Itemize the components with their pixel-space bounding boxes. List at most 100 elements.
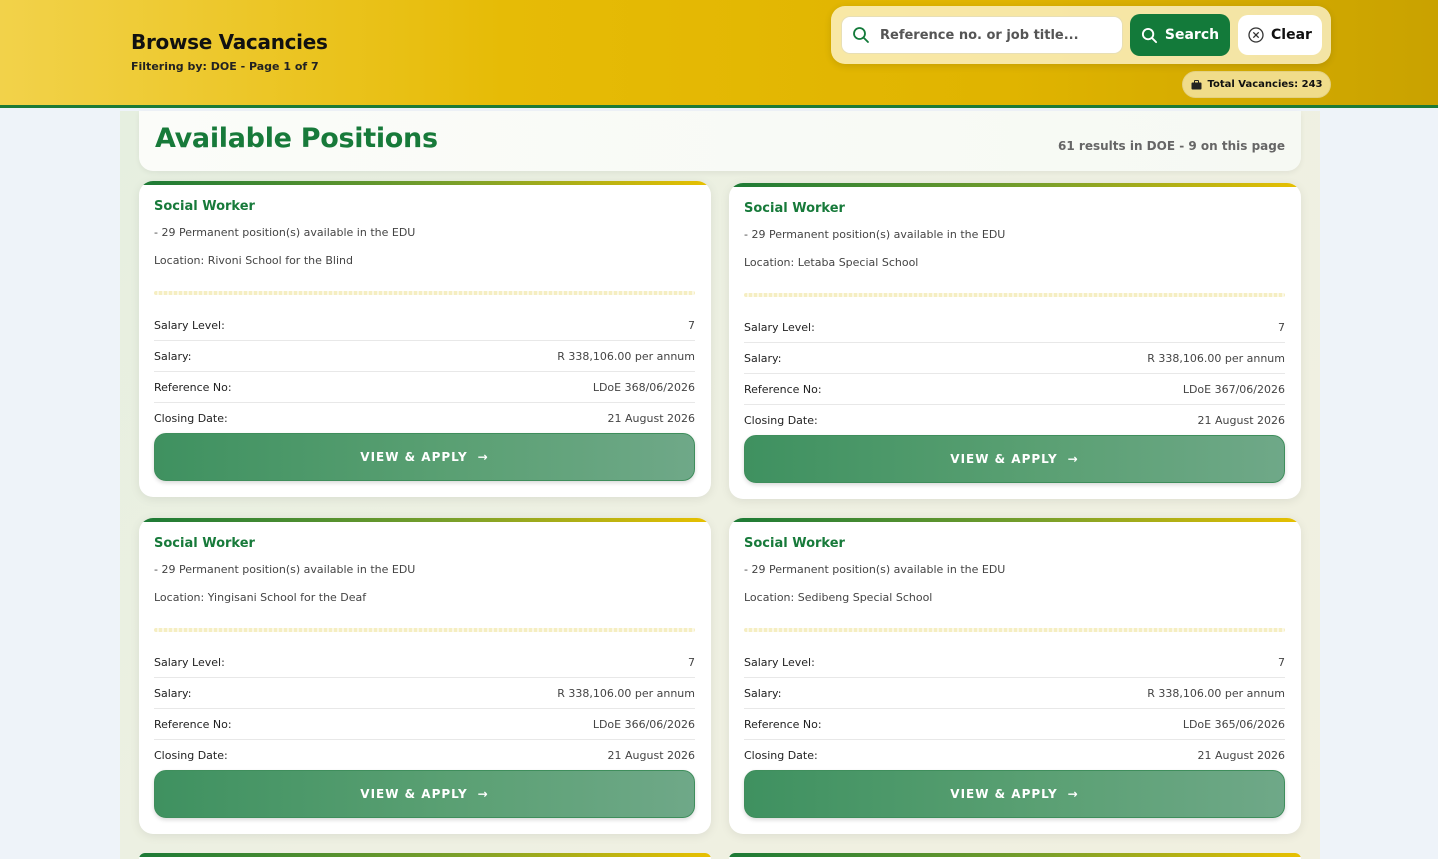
card-divider (154, 628, 695, 632)
closing-date-label: Closing Date: (744, 749, 818, 762)
view-apply-label: VIEW & APPLY (360, 450, 468, 464)
filter-subtitle: Filtering by: DOE - Page 1 of 7 (131, 60, 319, 73)
closing-date-label: Closing Date: (744, 414, 818, 427)
salary-level-row: Salary Level: 7 (744, 312, 1285, 343)
positions-header: Available Positions 61 results in DOE - … (139, 111, 1301, 171)
salary-row: Salary: R 338,106.00 per annum (154, 341, 695, 372)
view-apply-label: VIEW & APPLY (360, 787, 468, 801)
salary-row: Salary: R 338,106.00 per annum (744, 343, 1285, 374)
salary-label: Salary: (154, 349, 192, 363)
view-apply-button[interactable]: VIEW & APPLY → (154, 770, 695, 818)
salary-level-row: Salary Level: 7 (154, 310, 695, 341)
view-apply-label: VIEW & APPLY (950, 452, 1058, 466)
salary-level-value: 7 (1278, 655, 1285, 669)
salary-row: Salary: R 338,106.00 per annum (744, 678, 1285, 709)
salary-level-label: Salary Level: (744, 320, 815, 334)
job-title: Social Worker (744, 201, 845, 216)
view-apply-label: VIEW & APPLY (950, 787, 1058, 801)
salary-level-row: Salary Level: 7 (744, 647, 1285, 678)
search-icon (842, 26, 880, 44)
salary-label: Salary: (154, 686, 192, 700)
closing-date-value: 21 August 2026 (607, 412, 695, 425)
reference-row: Reference No: LDoE 366/06/2026 (154, 709, 695, 740)
vacancy-card-partial (139, 853, 711, 859)
job-description: - 29 Permanent position(s) available in … (154, 226, 416, 239)
job-title: Social Worker (154, 536, 255, 551)
job-location: Location: Letaba Special School (744, 256, 919, 269)
salary-value: R 338,106.00 per annum (1147, 686, 1285, 700)
vacancy-card: Social Worker - 29 Permanent position(s)… (139, 181, 711, 497)
job-location: Location: Sedibeng Special School (744, 591, 933, 604)
salary-label: Salary: (744, 351, 782, 365)
search-button-label: Search (1164, 27, 1220, 43)
closing-date-row: Closing Date: 21 August 2026 (744, 405, 1285, 436)
view-apply-button[interactable]: VIEW & APPLY → (744, 770, 1285, 818)
salary-label: Salary: (744, 686, 782, 700)
closing-date-value: 21 August 2026 (1197, 414, 1285, 427)
salary-level-row: Salary Level: 7 (154, 647, 695, 678)
reference-label: Reference No: (744, 382, 822, 396)
salary-level-value: 7 (1278, 320, 1285, 334)
card-divider (744, 293, 1285, 297)
arrow-right-icon: → (477, 450, 489, 464)
closing-date-row: Closing Date: 21 August 2026 (154, 403, 695, 434)
vacancy-card-partial (729, 853, 1301, 859)
page-header: Browse Vacancies Filtering by: DOE - Pag… (0, 0, 1438, 108)
close-circle-icon (1248, 27, 1264, 43)
total-vacancies-badge: Total Vacancies: 243 (1182, 71, 1331, 98)
reference-value: LDoE 366/06/2026 (592, 717, 695, 731)
arrow-right-icon: → (1067, 452, 1079, 466)
vacancy-card: Social Worker - 29 Permanent position(s)… (729, 183, 1301, 499)
page-title: Browse Vacancies (131, 30, 328, 54)
arrow-right-icon: → (477, 787, 489, 801)
positions-title: Available Positions (155, 123, 438, 154)
salary-value: R 338,106.00 per annum (557, 349, 695, 363)
reference-row: Reference No: LDoE 365/06/2026 (744, 709, 1285, 740)
salary-level-value: 7 (688, 655, 695, 669)
reference-label: Reference No: (154, 717, 232, 731)
card-divider (154, 291, 695, 295)
salary-level-label: Salary Level: (744, 655, 815, 669)
search-bar: Search Clear (831, 6, 1331, 64)
reference-label: Reference No: (154, 380, 232, 394)
salary-value: R 338,106.00 per annum (1147, 351, 1285, 365)
clear-button-label: Clear (1271, 27, 1312, 43)
reference-value: LDoE 368/06/2026 (592, 380, 695, 394)
closing-date-value: 21 August 2026 (607, 749, 695, 762)
total-vacancies-label: Total Vacancies: 243 (1207, 79, 1323, 90)
job-title: Social Worker (744, 536, 845, 551)
job-description: - 29 Permanent position(s) available in … (744, 563, 1006, 576)
arrow-right-icon: → (1067, 787, 1079, 801)
reference-row: Reference No: LDoE 367/06/2026 (744, 374, 1285, 405)
search-icon (1141, 27, 1157, 43)
search-field[interactable] (841, 16, 1123, 54)
salary-row: Salary: R 338,106.00 per annum (154, 678, 695, 709)
clear-button[interactable]: Clear (1238, 15, 1322, 55)
vacancy-card: Social Worker - 29 Permanent position(s)… (729, 518, 1301, 834)
reference-row: Reference No: LDoE 368/06/2026 (154, 372, 695, 403)
reference-value: LDoE 367/06/2026 (1182, 382, 1285, 396)
closing-date-label: Closing Date: (154, 412, 228, 425)
salary-level-label: Salary Level: (154, 318, 225, 332)
salary-level-label: Salary Level: (154, 655, 225, 669)
job-location: Location: Rivoni School for the Blind (154, 254, 353, 267)
briefcase-icon (1191, 79, 1201, 89)
search-input[interactable] (880, 27, 1110, 43)
job-location: Location: Yingisani School for the Deaf (154, 591, 367, 604)
closing-date-row: Closing Date: 21 August 2026 (154, 740, 695, 771)
closing-date-row: Closing Date: 21 August 2026 (744, 740, 1285, 771)
card-divider (744, 628, 1285, 632)
job-description: - 29 Permanent position(s) available in … (154, 563, 416, 576)
results-count: 61 results in DOE - 9 on this page (1058, 139, 1285, 153)
closing-date-value: 21 August 2026 (1197, 749, 1285, 762)
view-apply-button[interactable]: VIEW & APPLY → (744, 435, 1285, 483)
vacancy-card: Social Worker - 29 Permanent position(s)… (139, 518, 711, 834)
view-apply-button[interactable]: VIEW & APPLY → (154, 433, 695, 481)
search-button[interactable]: Search (1130, 14, 1230, 56)
reference-value: LDoE 365/06/2026 (1182, 717, 1285, 731)
closing-date-label: Closing Date: (154, 749, 228, 762)
reference-label: Reference No: (744, 717, 822, 731)
job-description: - 29 Permanent position(s) available in … (744, 228, 1006, 241)
salary-value: R 338,106.00 per annum (557, 686, 695, 700)
job-title: Social Worker (154, 199, 255, 214)
